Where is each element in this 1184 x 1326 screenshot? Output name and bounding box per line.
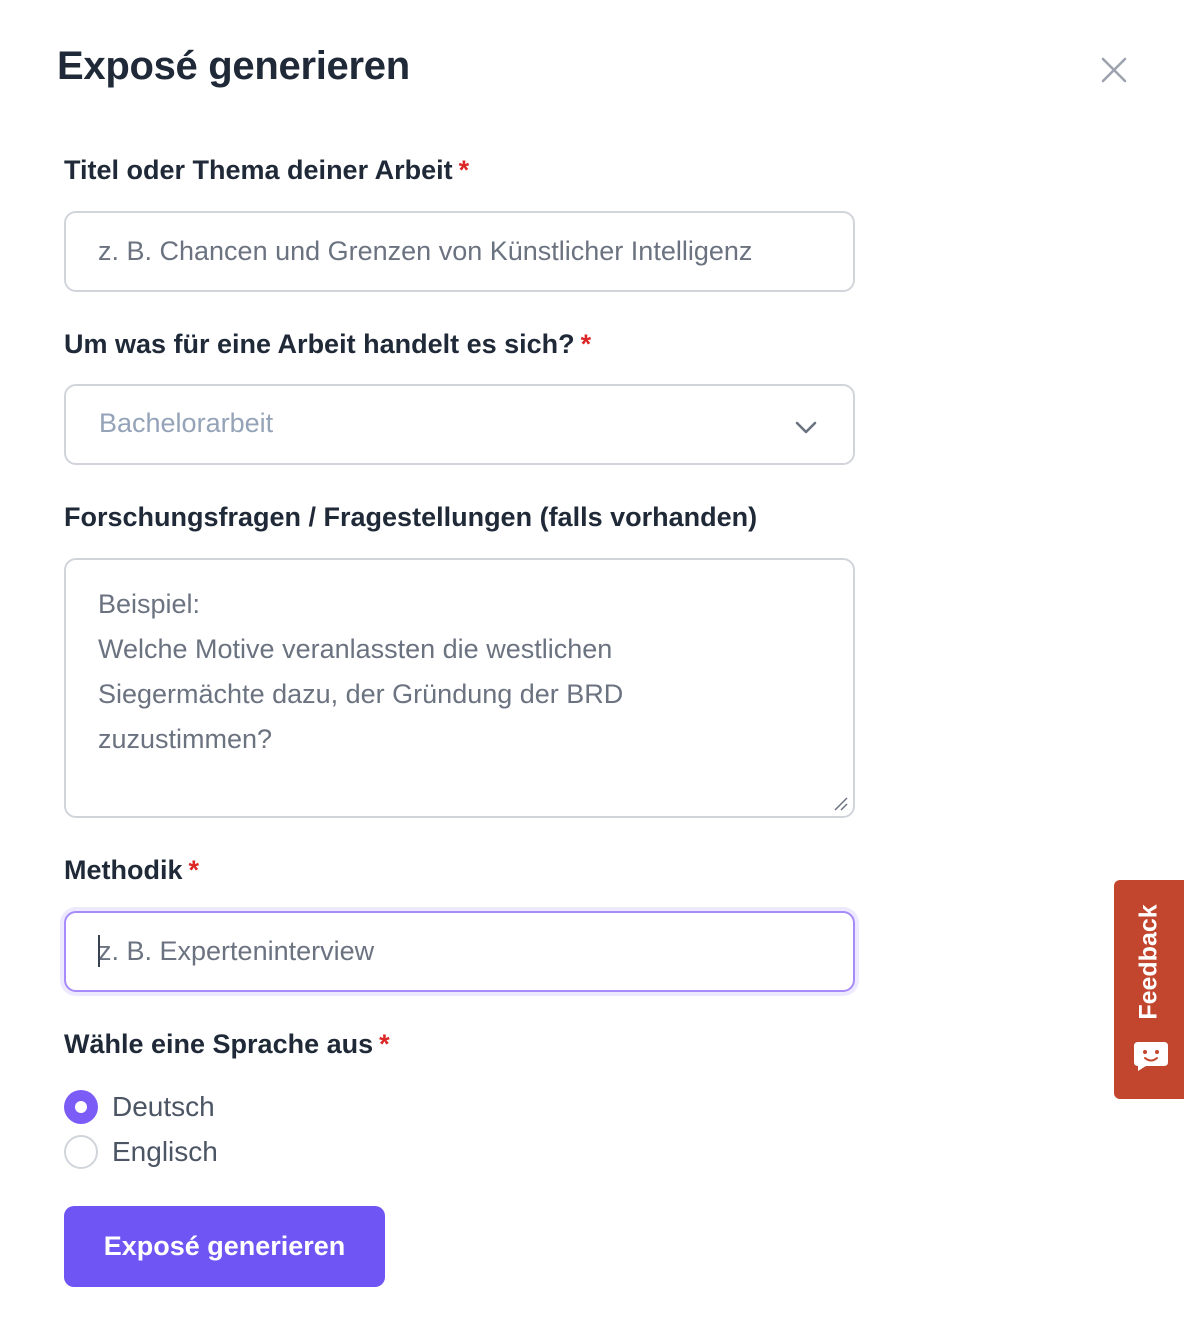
expose-dialog: Exposé generieren Titel oder Thema deine… [0, 0, 1184, 1326]
required-marker: * [458, 155, 470, 185]
close-icon[interactable] [1096, 52, 1132, 88]
radio-option-deutsch[interactable]: Deutsch [64, 1089, 215, 1125]
textarea-placeholder-line: Siegermächte dazu, der Gründung der BRD [98, 679, 624, 709]
feedback-label: Feedback [1134, 904, 1163, 1020]
required-marker: * [379, 1029, 390, 1059]
feedback-tab[interactable]: Feedback [1114, 880, 1184, 1099]
questions-field-label: Forschungsfragen / Fragestellungen (fall… [64, 502, 758, 532]
textarea-placeholder-line: zuzustimmen? [98, 724, 273, 754]
required-marker: * [188, 855, 200, 885]
textarea-placeholder-line: Welche Motive veranlassten die westliche… [98, 634, 613, 664]
radio-button-unchecked[interactable] [64, 1135, 98, 1169]
research-questions-textarea[interactable]: Beispiel: Welche Motive veranlassten die… [64, 558, 855, 818]
title-field-label: Titel oder Thema deiner Arbeit * [64, 155, 470, 185]
chevron-down-icon [795, 421, 817, 434]
dialog-title: Exposé generieren [57, 44, 410, 88]
radio-label-deutsch: Deutsch [112, 1091, 215, 1122]
textarea-placeholder-line: Beispiel: [98, 589, 201, 619]
method-field-label: Methodik * [64, 855, 200, 885]
radio-option-englisch[interactable]: Englisch [64, 1134, 218, 1170]
generate-expose-button[interactable]: Exposé generieren [64, 1206, 385, 1287]
title-input[interactable] [64, 211, 855, 292]
radio-label-englisch: Englisch [112, 1136, 218, 1167]
resize-grip-icon[interactable] [833, 796, 849, 812]
work-type-selected-value: Bachelorarbeit [99, 408, 274, 438]
chat-face-icon [1134, 1042, 1168, 1071]
radio-button-checked[interactable] [64, 1090, 98, 1124]
method-input[interactable] [64, 911, 855, 992]
language-field-label: Wähle eine Sprache aus * [64, 1029, 390, 1059]
work-type-select[interactable]: Bachelorarbeit [64, 384, 855, 465]
required-marker: * [580, 329, 592, 359]
type-field-label: Um was für eine Arbeit handelt es sich? * [64, 329, 592, 359]
text-caret [98, 935, 100, 967]
